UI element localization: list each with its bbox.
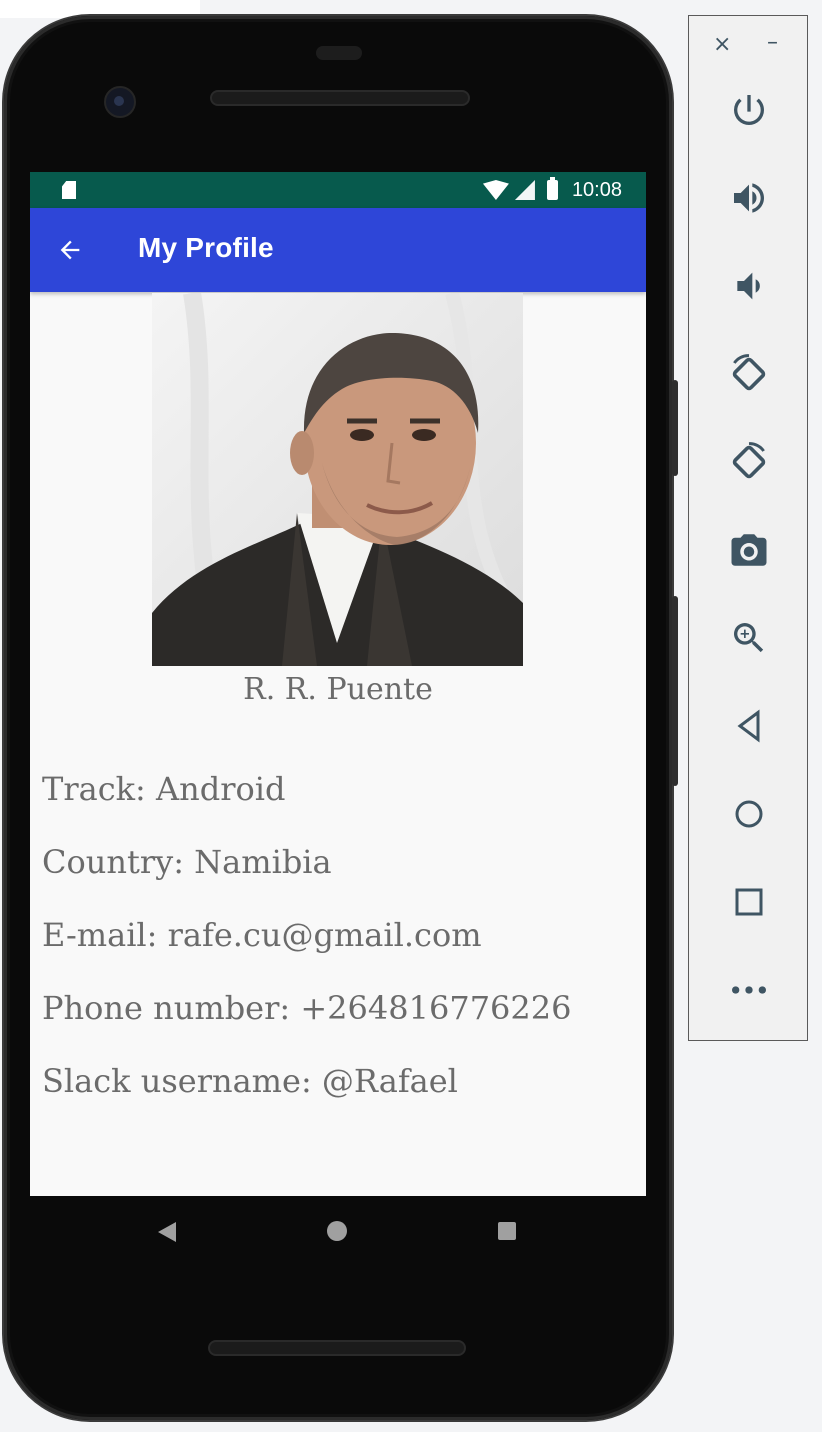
profile-name: R. R. Puente — [243, 672, 433, 707]
emulator-toolbar: × – — [688, 15, 808, 1041]
nav-home-icon[interactable] — [327, 1221, 347, 1241]
cell-signal-icon — [514, 180, 535, 200]
app-bar: My Profile — [30, 208, 646, 292]
overview-icon[interactable] — [719, 872, 779, 932]
profile-photo — [152, 293, 523, 666]
email-text: E-mail: rafe.cu@gmail.com — [42, 916, 482, 954]
zoom-icon[interactable] — [719, 608, 779, 668]
battery-icon — [546, 177, 558, 200]
nav-recents-icon[interactable] — [498, 1222, 516, 1240]
track-text: Track: Android — [42, 770, 286, 808]
slack-text: Slack username: @Rafael — [42, 1062, 458, 1100]
minimize-icon[interactable]: – — [767, 30, 778, 55]
volume-down-icon[interactable] — [719, 256, 779, 316]
status-bar: 10:08 — [30, 172, 646, 208]
close-icon[interactable]: × — [713, 32, 731, 57]
phone-side-button — [672, 380, 678, 476]
back-icon[interactable] — [719, 696, 779, 756]
rotate-left-icon[interactable] — [719, 344, 779, 404]
phone-text: Phone number: +264816776226 — [42, 989, 572, 1027]
bottom-speaker — [208, 1340, 466, 1356]
proximity-sensor — [316, 46, 362, 60]
home-icon[interactable] — [719, 784, 779, 844]
back-arrow-icon[interactable] — [56, 236, 84, 264]
front-camera — [104, 86, 136, 118]
app-screen: 10:08 My Profile R. R. Puente Track: And… — [30, 172, 646, 1196]
wifi-icon — [482, 180, 509, 200]
earpiece-speaker — [210, 90, 470, 106]
phone-volume-button — [672, 596, 678, 786]
power-icon[interactable] — [719, 80, 779, 140]
sd-card-icon — [62, 181, 76, 199]
volume-up-icon[interactable] — [719, 168, 779, 228]
camera-icon[interactable] — [719, 520, 779, 580]
status-time: 10:08 — [571, 178, 622, 201]
page-title: My Profile — [138, 232, 274, 263]
country-text: Country: Namibia — [42, 843, 332, 881]
more-icon[interactable] — [719, 960, 779, 1020]
rotate-right-icon[interactable] — [719, 432, 779, 492]
nav-back-icon[interactable] — [158, 1222, 176, 1242]
